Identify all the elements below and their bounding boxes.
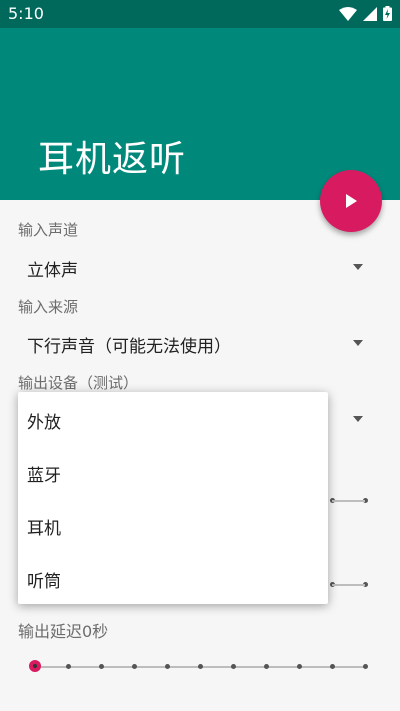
app-title: 耳机返听: [38, 139, 187, 180]
popup-option-earpiece[interactable]: 听筒: [27, 567, 61, 592]
input-channel-spinner[interactable]: 立体声: [18, 250, 383, 284]
slider-tick: [165, 664, 170, 669]
slider-tick: [66, 664, 71, 669]
wifi-icon: [339, 6, 357, 21]
slider-tick: [363, 664, 368, 669]
status-icons: [339, 6, 392, 21]
popup-option-bluetooth[interactable]: 蓝牙: [27, 461, 61, 486]
popup-option-speaker[interactable]: 外放: [27, 408, 61, 433]
slider-tick: [264, 664, 269, 669]
slider-tick: [99, 664, 104, 669]
slider-thumb-center: [33, 664, 37, 668]
signal-icon: [363, 6, 377, 21]
input-source-label: 输入来源: [18, 298, 79, 316]
slider-track: [332, 584, 365, 586]
input-source-value: 下行声音（可能无法使用）: [27, 337, 231, 357]
dropdown-arrow-icon: [353, 416, 363, 422]
slider-track: [332, 500, 365, 502]
dropdown-arrow-icon: [353, 264, 363, 270]
play-button[interactable]: [320, 170, 382, 232]
output-delay-slider[interactable]: [29, 660, 368, 674]
slider-tick: [231, 664, 236, 669]
output-device-popup: 外放 蓝牙 耳机 听筒: [18, 392, 328, 604]
slider-tick: [330, 664, 335, 669]
input-channel-label: 输入声道: [18, 221, 79, 239]
slider-thumb[interactable]: [29, 660, 41, 672]
status-time: 5:10: [8, 4, 44, 23]
output-delay-label: 输出延迟0秒: [18, 622, 109, 641]
dropdown-arrow-icon: [353, 340, 363, 346]
status-bar: 5:10: [0, 0, 400, 28]
slider-tick: [297, 664, 302, 669]
slider-tick: [132, 664, 137, 669]
output-device-label: 输出设备（测试）: [18, 374, 139, 392]
battery-charging-icon: [383, 6, 392, 21]
input-channel-value: 立体声: [27, 261, 78, 281]
popup-option-headphones[interactable]: 耳机: [27, 514, 61, 539]
play-icon: [346, 194, 357, 208]
slider-tick: [198, 664, 203, 669]
input-source-spinner[interactable]: 下行声音（可能无法使用）: [18, 326, 383, 360]
